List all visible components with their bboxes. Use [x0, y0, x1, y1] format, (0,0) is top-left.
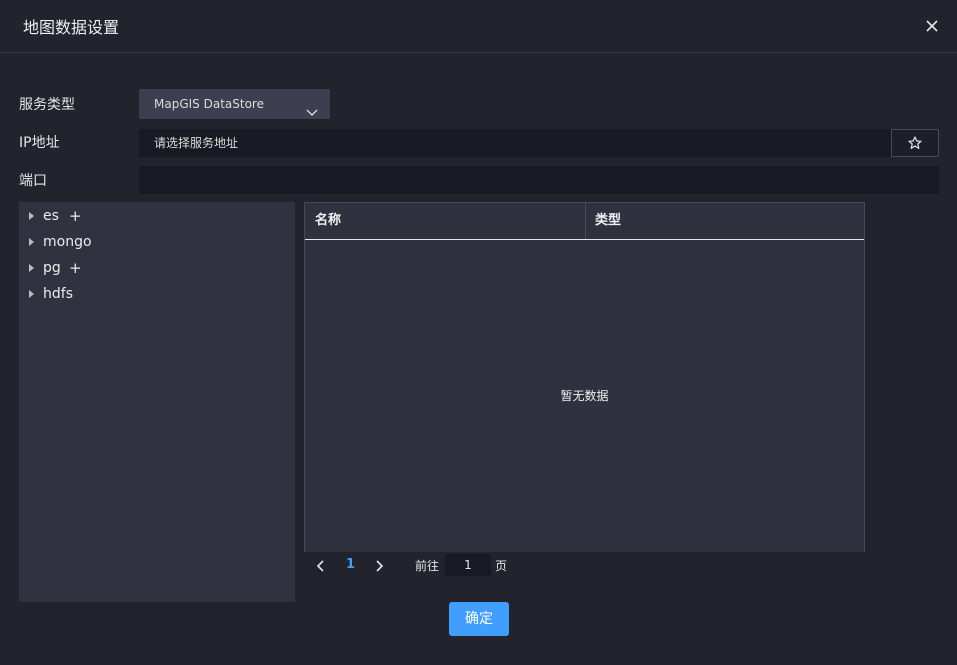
goto-suffix: 页: [495, 559, 508, 573]
service-type-select[interactable]: MapGIS DataStore: [139, 89, 330, 119]
caret-right-icon[interactable]: [29, 238, 34, 246]
service-type-label: 服务类型: [19, 97, 75, 113]
column-header-type[interactable]: 类型: [595, 203, 621, 239]
empty-message: 暂无数据: [560, 389, 609, 403]
tree-node-label: mongo: [43, 234, 92, 250]
dialog-header: 地图数据设置: [0, 0, 957, 53]
confirm-button[interactable]: 确定: [449, 602, 509, 636]
tree-node-label: hdfs: [43, 286, 73, 302]
caret-right-icon[interactable]: [29, 212, 34, 220]
star-icon: [908, 136, 922, 149]
chevron-down-icon: [306, 99, 318, 116]
ip-label: IP地址: [19, 135, 60, 151]
data-table: 名称 类型 暂无数据: [304, 202, 865, 552]
favorite-button[interactable]: [891, 129, 939, 157]
ip-address-input[interactable]: 请选择服务地址: [139, 129, 892, 157]
chevron-right-icon[interactable]: [373, 558, 385, 572]
goto-page-input[interactable]: 1: [445, 554, 491, 576]
page-number[interactable]: 1: [346, 557, 355, 572]
chevron-left-icon[interactable]: [315, 558, 327, 572]
goto-prefix: 前往: [415, 559, 440, 573]
add-es-button[interactable]: +: [69, 207, 82, 225]
caret-right-icon[interactable]: [29, 264, 34, 272]
port-label: 端口: [19, 173, 47, 189]
tree-node-mongo[interactable]: mongo: [29, 232, 109, 252]
data-source-tree: es + mongo pg + hdfs: [19, 202, 295, 602]
tree-node-hdfs[interactable]: hdfs: [29, 284, 89, 304]
port-input[interactable]: [139, 166, 939, 194]
table-header: 名称 类型: [305, 203, 864, 240]
service-type-value: MapGIS DataStore: [154, 97, 264, 111]
dialog-title: 地图数据设置: [23, 18, 120, 37]
tree-node-pg[interactable]: pg +: [29, 258, 89, 278]
close-icon[interactable]: [925, 18, 939, 32]
column-divider: [585, 203, 586, 239]
tree-node-es[interactable]: es +: [29, 206, 89, 226]
add-pg-button[interactable]: +: [69, 259, 82, 277]
caret-right-icon[interactable]: [29, 290, 34, 298]
tree-node-label: pg: [43, 260, 61, 276]
column-header-name[interactable]: 名称: [315, 203, 341, 239]
tree-node-label: es: [43, 208, 59, 224]
